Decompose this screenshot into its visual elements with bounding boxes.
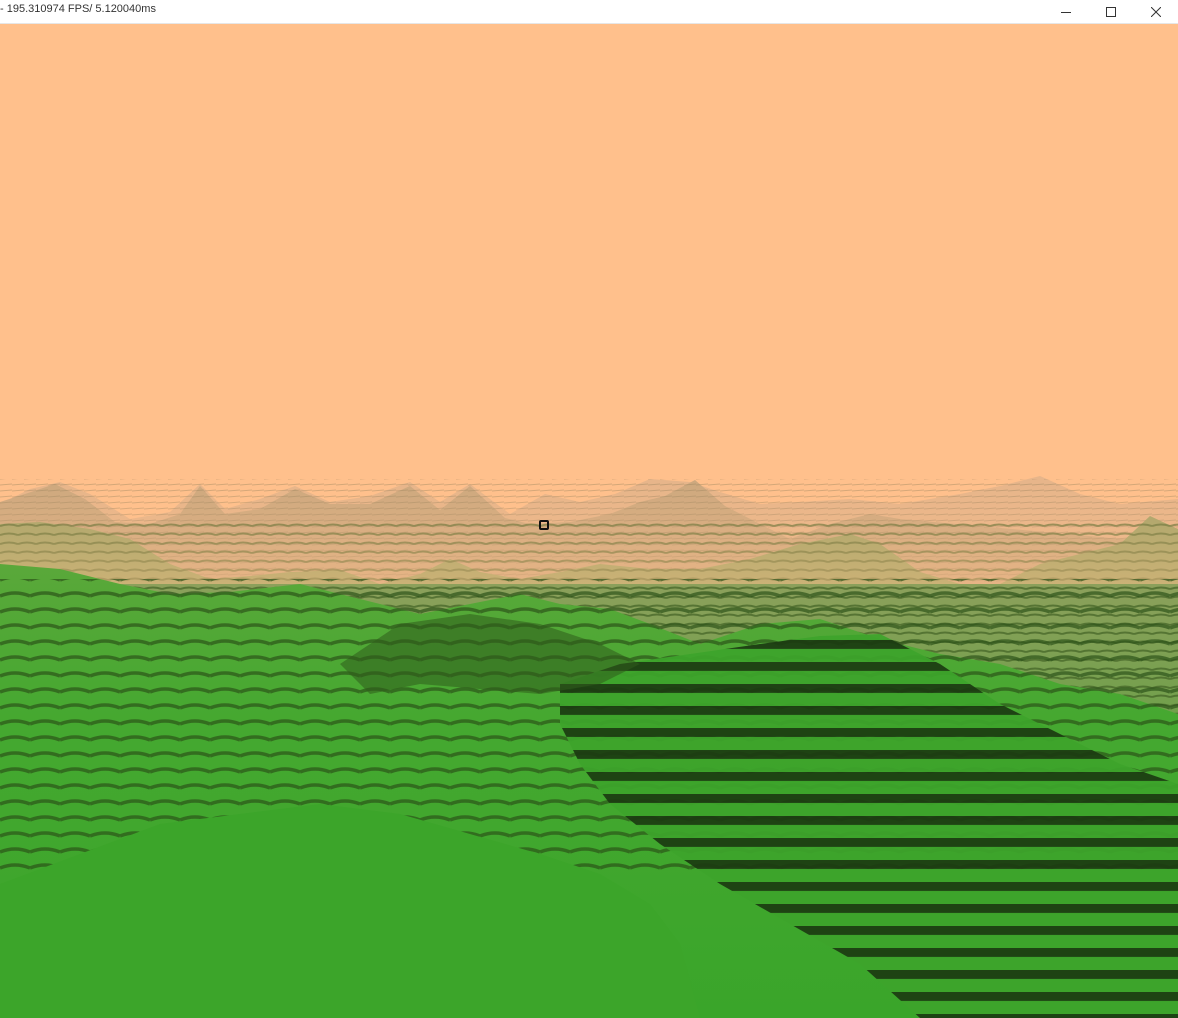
game-window: - 195.310974 FPS/ 5.120040ms xyxy=(0,0,1178,1018)
window-controls xyxy=(1043,0,1178,24)
terrain-scene xyxy=(0,24,1178,1018)
game-viewport[interactable] xyxy=(0,24,1178,1018)
close-button[interactable] xyxy=(1133,0,1178,24)
minimize-icon xyxy=(1060,12,1071,13)
title-bar[interactable]: - 195.310974 FPS/ 5.120040ms xyxy=(0,0,1178,24)
maximize-icon xyxy=(1105,7,1116,17)
close-icon xyxy=(1150,7,1161,17)
minimize-button[interactable] xyxy=(1043,0,1088,24)
window-title: - 195.310974 FPS/ 5.120040ms xyxy=(0,3,156,15)
maximize-button[interactable] xyxy=(1088,0,1133,24)
